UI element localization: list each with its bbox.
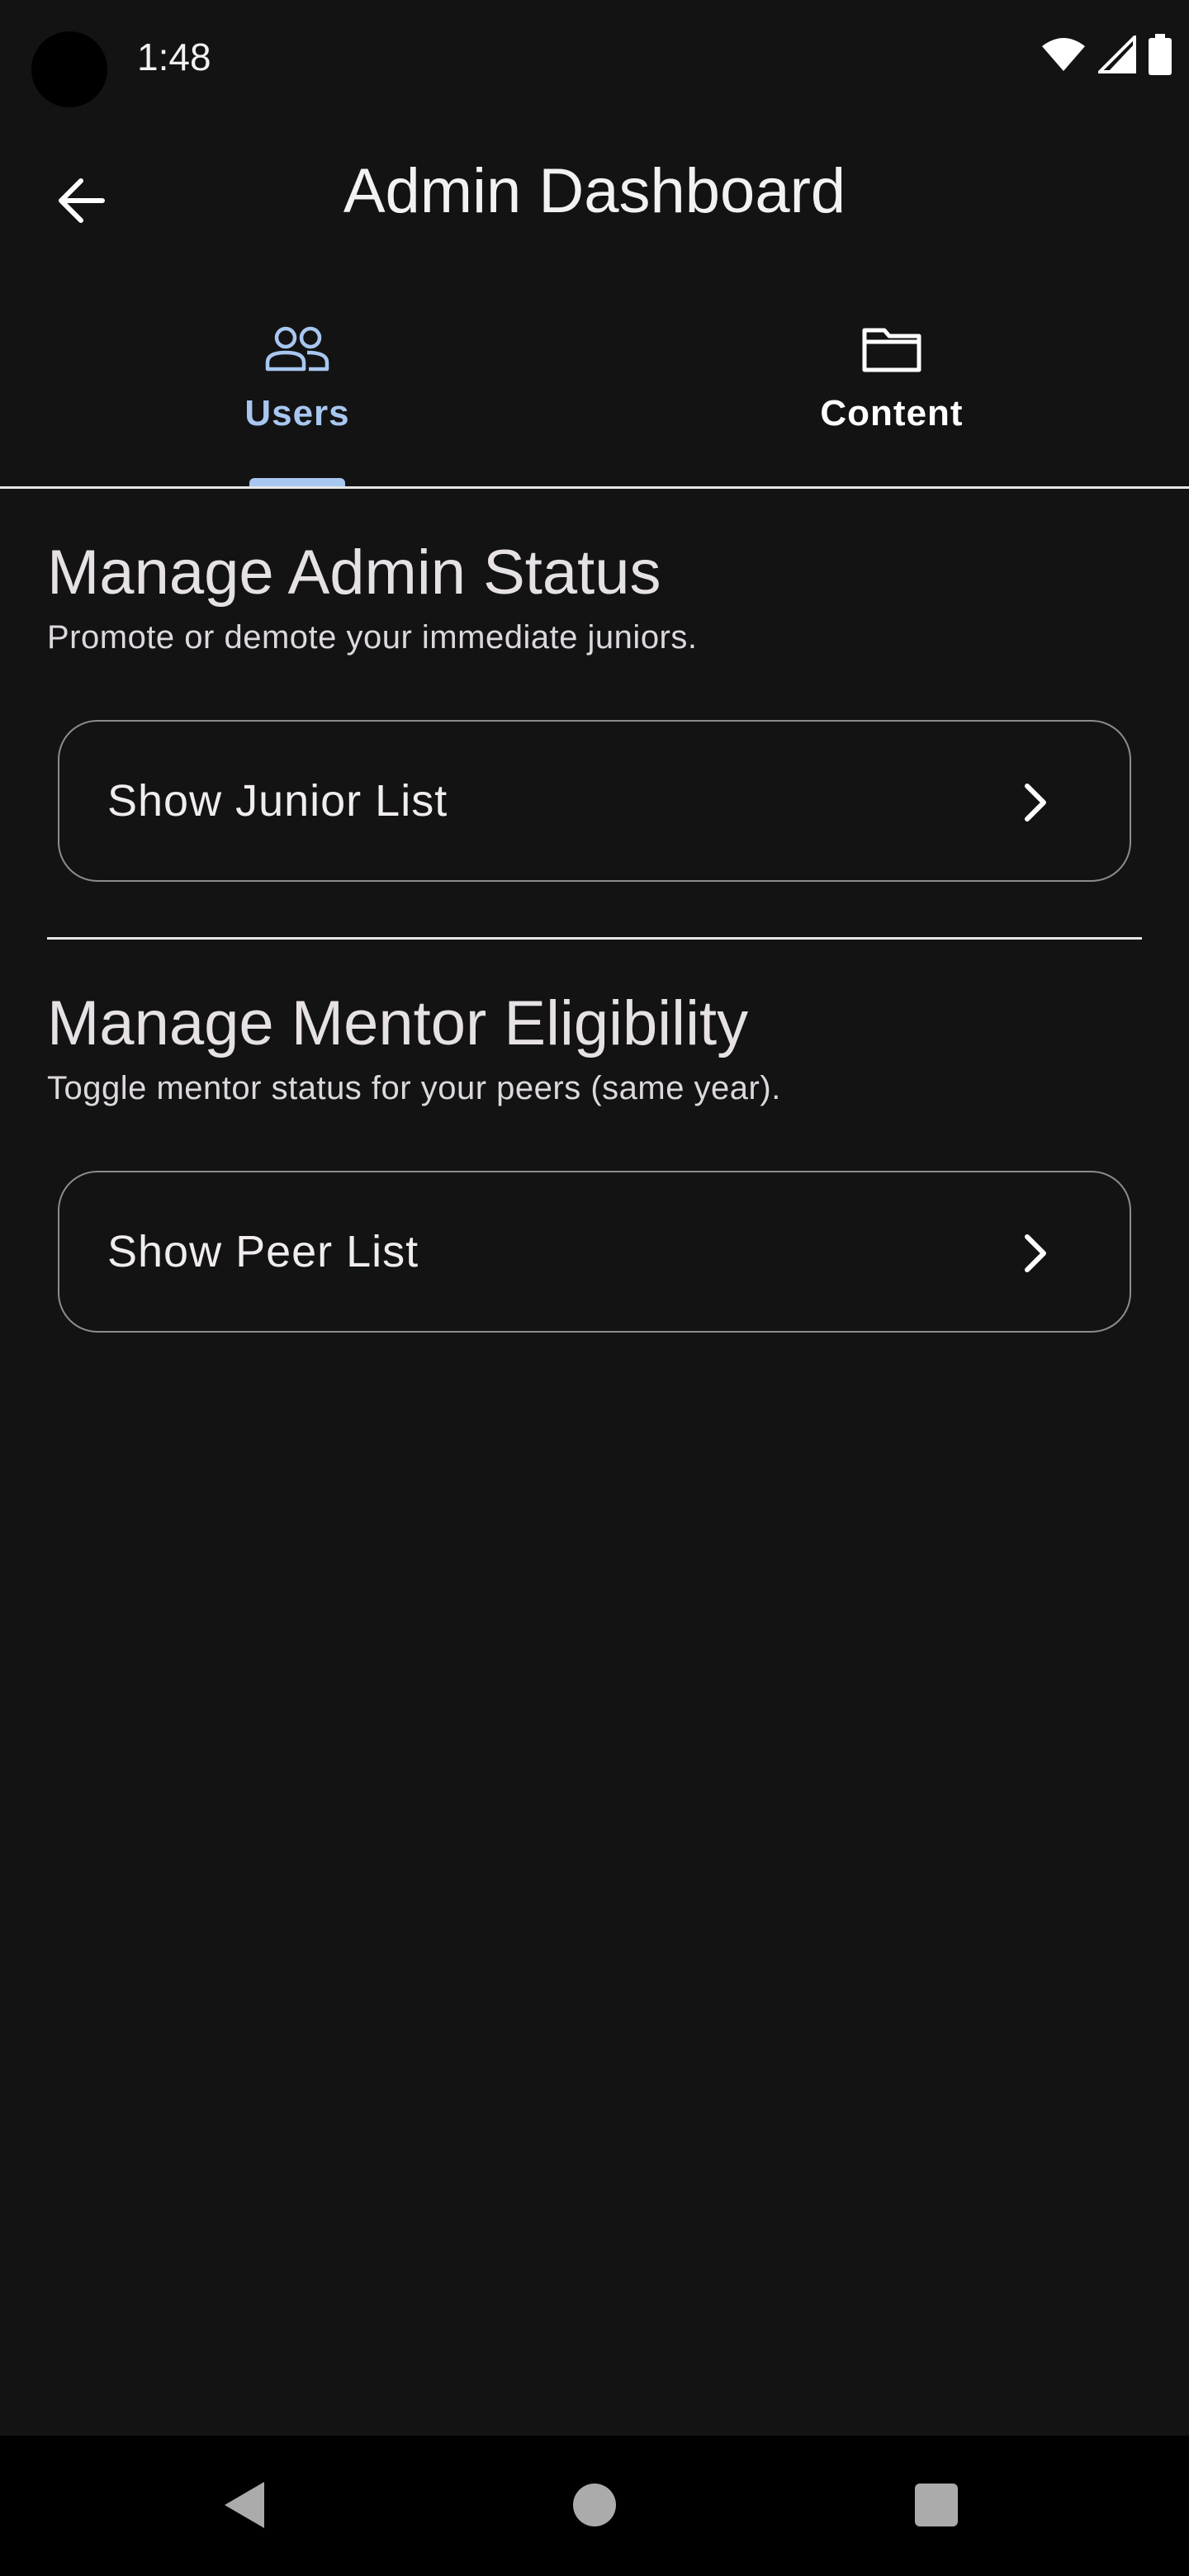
- tab-indicator: [249, 478, 345, 486]
- tab-content-label: Content: [820, 393, 964, 433]
- nav-recents-icon[interactable]: [915, 2484, 958, 2526]
- cell-signal-icon: [1098, 36, 1136, 73]
- chevron-right-icon: [1011, 1229, 1060, 1278]
- system-nav-bar: [0, 2436, 1189, 2576]
- camera-cutout: [31, 31, 107, 107]
- people-icon: [263, 320, 332, 378]
- show-peer-list-label: Show Peer List: [107, 1227, 419, 1276]
- battery-icon: [1149, 34, 1172, 75]
- app-bar: Admin Dashboard: [0, 132, 1189, 256]
- show-junior-list-label: Show Junior List: [107, 776, 448, 826]
- section-subtitle-mentor-eligibility: Toggle mentor status for your peers (sam…: [47, 1070, 781, 1106]
- status-icons: [1040, 33, 1172, 76]
- page-title: Admin Dashboard: [343, 156, 846, 226]
- tab-content[interactable]: Content: [594, 305, 1189, 486]
- nav-home-icon[interactable]: [573, 2484, 616, 2526]
- screen: 1:48 Admin Dashboard Users Content Manag…: [0, 0, 1189, 2576]
- nav-back-icon[interactable]: [221, 2479, 268, 2531]
- status-bar: 1:48: [0, 0, 1189, 116]
- wifi-icon: [1042, 38, 1085, 71]
- section-title-mentor-eligibility: Manage Mentor Eligibility: [47, 988, 749, 1058]
- section-subtitle-admin-status: Promote or demote your immediate juniors…: [47, 619, 698, 656]
- tab-bar: Users Content: [0, 305, 1189, 489]
- section-divider: [47, 937, 1142, 940]
- tab-users[interactable]: Users: [0, 305, 594, 486]
- show-junior-list-button[interactable]: Show Junior List: [58, 720, 1131, 882]
- tab-users-label: Users: [244, 393, 350, 433]
- status-time: 1:48: [137, 36, 211, 78]
- folder-icon: [857, 320, 926, 378]
- section-title-admin-status: Manage Admin Status: [47, 537, 661, 608]
- chevron-right-icon: [1011, 778, 1060, 827]
- show-peer-list-button[interactable]: Show Peer List: [58, 1171, 1131, 1333]
